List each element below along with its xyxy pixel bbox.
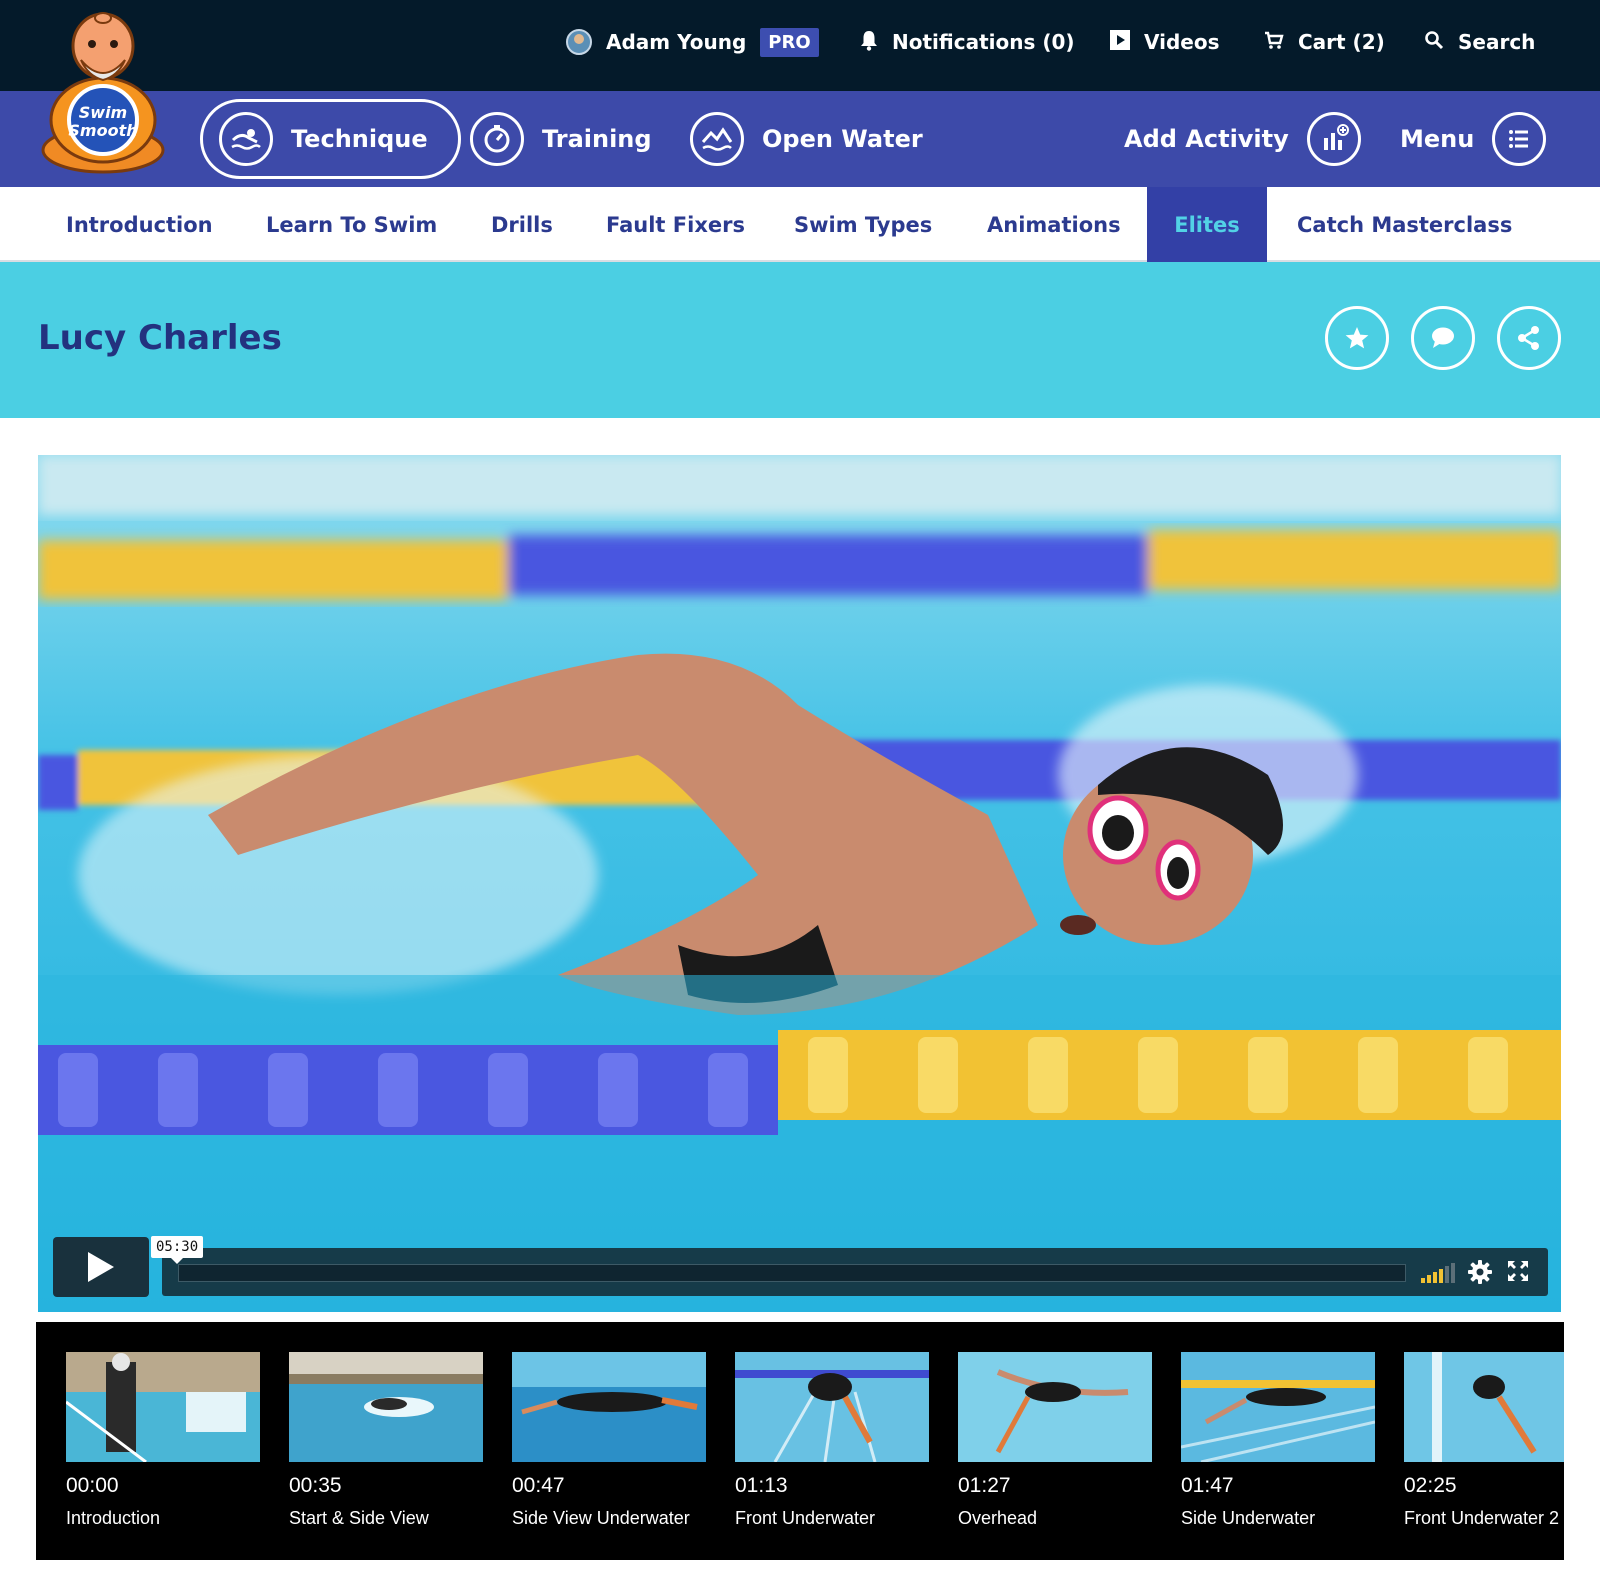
subnav-introduction[interactable]: Introduction: [66, 187, 213, 262]
bell-icon: [860, 29, 878, 56]
subnav-learn-to-swim[interactable]: Learn To Swim: [266, 187, 437, 262]
cart-link[interactable]: Cart (2): [1264, 26, 1385, 58]
menu-list-icon: [1492, 112, 1547, 166]
open-water-icon: [690, 112, 744, 166]
volume-bar: [1451, 1263, 1455, 1283]
video-scrubber[interactable]: [178, 1264, 1406, 1282]
comment-button[interactable]: [1411, 306, 1475, 370]
play-button[interactable]: [53, 1237, 149, 1297]
add-activity-chart-icon: [1306, 112, 1361, 166]
chapter-thumbnail: [1181, 1352, 1375, 1462]
chapter-thumbnail: [958, 1352, 1152, 1462]
user-name: Adam Young: [606, 30, 747, 54]
nav-training-label: Training: [542, 125, 652, 153]
chapter-item[interactable]: 00:47 Side View Underwater: [512, 1352, 706, 1529]
search-link[interactable]: Search: [1424, 26, 1535, 58]
nav-menu[interactable]: Menu: [1400, 99, 1547, 179]
video-play-icon: [1110, 29, 1130, 55]
chapter-strip: 00:00 Introduction 00:35 Start & Side Vi…: [36, 1322, 1564, 1560]
chapter-label: Overhead: [958, 1508, 1038, 1528]
chapter-thumbnail: [289, 1352, 483, 1462]
nav-technique-label: Technique: [291, 125, 428, 153]
video-player[interactable]: 05:30: [38, 455, 1561, 1312]
page-title: Lucy Charles: [38, 318, 282, 358]
chapter-item[interactable]: 01:47 Side Underwater: [1181, 1352, 1375, 1529]
nav-open-water[interactable]: Open Water: [690, 99, 923, 179]
chapter-item[interactable]: 00:35 Start & Side View: [289, 1352, 483, 1529]
chapter-item[interactable]: 01:13 Front Underwater: [735, 1352, 929, 1529]
top-bar: Adam Young PRO Notifications (0) Videos …: [0, 0, 1600, 91]
chapter-time: 00:00: [66, 1474, 119, 1497]
share-icon: [1518, 326, 1539, 350]
chapter-time: 01:47: [1181, 1474, 1234, 1497]
logo-text-2: Smooth: [68, 121, 137, 140]
notifications-link[interactable]: Notifications (0): [860, 26, 1075, 58]
chapter-label: Side Underwater: [1181, 1508, 1316, 1528]
star-icon: [1345, 327, 1369, 349]
nav-training[interactable]: Training: [470, 99, 652, 179]
chapter-thumbnail: [1404, 1352, 1564, 1462]
cart-icon: [1264, 30, 1284, 55]
title-band: Lucy Charles: [0, 262, 1600, 418]
chapter-label: Front Underwater 2: [1404, 1508, 1560, 1528]
subnav-swim-types[interactable]: Swim Types: [794, 187, 932, 262]
chapter-time: 01:13: [735, 1474, 788, 1497]
videos-label: Videos: [1144, 30, 1220, 54]
cart-label: Cart (2): [1298, 30, 1385, 54]
chapter-label: Introduction: [66, 1508, 161, 1528]
sub-nav: Introduction Learn To Swim Drills Fault …: [0, 187, 1600, 262]
stopwatch-icon: [470, 112, 524, 166]
settings-gear-icon[interactable]: [1468, 1260, 1492, 1288]
fullscreen-icon[interactable]: [1507, 1260, 1529, 1286]
nav-open-water-label: Open Water: [762, 125, 923, 153]
volume-bar: [1439, 1269, 1443, 1283]
speech-bubble-icon: [1432, 327, 1454, 348]
chapter-item[interactable]: 00:00 Introduction: [66, 1352, 260, 1529]
play-icon: [88, 1252, 114, 1282]
avatar: [566, 29, 592, 55]
chapter-label: Side View Underwater: [512, 1508, 690, 1528]
videos-link[interactable]: Videos: [1110, 26, 1220, 58]
nav-technique[interactable]: Technique: [200, 99, 461, 179]
logo-text-1: Swim: [79, 103, 127, 122]
chapter-thumbnail: [66, 1352, 260, 1462]
main-nav: Technique Training Open Water Add Activi…: [0, 91, 1600, 187]
search-icon: [1424, 30, 1444, 55]
notifications-label: Notifications (0): [892, 30, 1075, 54]
favorite-button[interactable]: [1325, 306, 1389, 370]
volume-bar: [1421, 1278, 1425, 1283]
video-control-bar: [162, 1248, 1548, 1296]
chapter-time: 01:27: [958, 1474, 1011, 1497]
user-account-link[interactable]: Adam Young PRO: [566, 26, 819, 58]
subnav-catch-masterclass[interactable]: Catch Masterclass: [1297, 187, 1512, 262]
chapter-label: Start & Side View: [289, 1508, 429, 1528]
video-frame: [38, 455, 1561, 1312]
chapter-thumbnail: [512, 1352, 706, 1462]
share-button[interactable]: [1497, 306, 1561, 370]
volume-bar: [1433, 1272, 1437, 1283]
volume-bar: [1427, 1275, 1431, 1283]
chapter-item[interactable]: 02:25 Front Underwater 2: [1404, 1352, 1564, 1529]
subnav-animations[interactable]: Animations: [987, 187, 1121, 262]
nav-add-activity-label: Add Activity: [1124, 125, 1289, 153]
duration-tooltip: 05:30: [151, 1236, 204, 1264]
volume-bar: [1445, 1266, 1449, 1283]
swim-smooth-logo[interactable]: Swim Smooth: [36, 8, 170, 174]
chapter-label: Front Underwater: [735, 1508, 876, 1528]
chapter-time: 02:25: [1404, 1474, 1457, 1497]
chapter-thumbnail: [735, 1352, 929, 1462]
chapter-item[interactable]: 01:27 Overhead: [958, 1352, 1152, 1529]
subnav-elites[interactable]: Elites: [1147, 187, 1267, 262]
technique-swimmer-icon: [219, 112, 273, 166]
pro-badge: PRO: [760, 27, 819, 57]
nav-menu-label: Menu: [1400, 125, 1475, 153]
subnav-fault-fixers[interactable]: Fault Fixers: [606, 187, 745, 262]
search-label: Search: [1458, 30, 1536, 54]
volume-control[interactable]: [1421, 1263, 1457, 1283]
chapter-time: 00:47: [512, 1474, 565, 1497]
nav-add-activity[interactable]: Add Activity: [1124, 99, 1361, 179]
chapter-time: 00:35: [289, 1474, 342, 1497]
subnav-drills[interactable]: Drills: [491, 187, 553, 262]
